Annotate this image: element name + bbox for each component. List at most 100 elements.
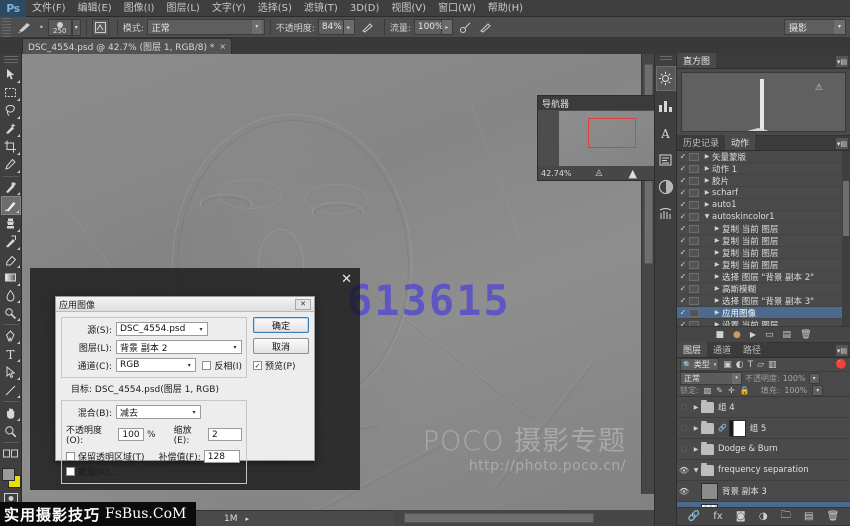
- action-toggle-checkmark-icon[interactable]: ✓: [677, 272, 689, 281]
- action-toggle-checkmark-icon[interactable]: ✓: [677, 260, 689, 269]
- document-tab[interactable]: DSC_4554.psd @ 42.7% (图层 1, RGB/8) * ×: [22, 38, 232, 54]
- action-dialog-toggle-box[interactable]: [689, 309, 699, 317]
- delete-layer-icon[interactable]: 🗑: [827, 511, 840, 522]
- flow-stepper[interactable]: ▸: [442, 19, 453, 35]
- layer-opacity-stepper[interactable]: ▾: [809, 373, 820, 384]
- shape-tool[interactable]: [1, 381, 21, 399]
- action-row[interactable]: ✓▼autoskincolor1: [677, 211, 850, 223]
- mask-row[interactable]: 蒙版(K)...: [66, 465, 242, 478]
- lock-image-icon[interactable]: ✎: [716, 386, 723, 395]
- chevron-right-icon[interactable]: ▶: [691, 446, 701, 453]
- action-dialog-toggle-box[interactable]: [689, 201, 699, 209]
- filter-pixel-icon[interactable]: ▣: [723, 360, 732, 370]
- add-mask-icon[interactable]: ◙: [736, 511, 746, 522]
- record-icon[interactable]: ●: [733, 330, 741, 340]
- gradient-tool[interactable]: [1, 269, 21, 287]
- layer-mask-thumbnail[interactable]: [729, 420, 746, 437]
- lock-position-icon[interactable]: ✛: [728, 386, 735, 395]
- eraser-tool[interactable]: [1, 251, 21, 269]
- move-tool[interactable]: [1, 66, 21, 84]
- quick-selection-tool[interactable]: [1, 120, 21, 138]
- rail-brush-presets-icon[interactable]: [656, 201, 676, 226]
- menu-3d[interactable]: 3D(D): [344, 0, 386, 17]
- eyedropper-tool[interactable]: [1, 156, 21, 174]
- actions-scroll-thumb[interactable]: [843, 181, 849, 236]
- action-row[interactable]: ✓▶胶片: [677, 175, 850, 187]
- chevron-right-icon[interactable]: ▶: [712, 321, 722, 326]
- brush-panel-toggle-icon[interactable]: [92, 19, 109, 36]
- zoom-slider-icon[interactable]: ▲: [628, 167, 636, 180]
- path-selection-tool[interactable]: [1, 363, 21, 381]
- preserve-transparency-checkbox[interactable]: [66, 452, 75, 461]
- filter-toggle-icon[interactable]: 🔴: [836, 360, 847, 370]
- tab-channels[interactable]: 通道: [707, 342, 737, 357]
- canvas-horizontal-scrollbar[interactable]: [394, 510, 654, 526]
- action-toggle-checkmark-icon[interactable]: ✓: [677, 188, 689, 197]
- rail-adjustments-icon[interactable]: [656, 66, 676, 91]
- eye-icon[interactable]: ▢: [677, 403, 691, 411]
- eye-icon[interactable]: ▢: [677, 445, 691, 453]
- action-dialog-toggle-box[interactable]: [689, 261, 699, 269]
- status-menu-arrow-icon[interactable]: ▸: [246, 515, 250, 523]
- action-row[interactable]: ✓▶复制 当前 图层: [677, 223, 850, 235]
- action-dialog-toggle-box[interactable]: [689, 165, 699, 173]
- chevron-right-icon[interactable]: ▶: [691, 404, 701, 411]
- zoom-out-icon[interactable]: ◬: [596, 168, 603, 178]
- action-toggle-checkmark-icon[interactable]: ✓: [677, 248, 689, 257]
- action-row[interactable]: ✓▶复制 当前 图层: [677, 235, 850, 247]
- action-toggle-checkmark-icon[interactable]: ✓: [677, 296, 689, 305]
- foreground-color-swatch[interactable]: [2, 468, 15, 481]
- delete-icon[interactable]: 🗑: [800, 330, 811, 340]
- layer-style-icon[interactable]: fx: [713, 511, 722, 522]
- action-row[interactable]: ✓▶auto1: [677, 199, 850, 211]
- action-dialog-toggle-box[interactable]: [689, 225, 699, 233]
- layer-thumbnail[interactable]: [701, 483, 718, 500]
- layer-row[interactable]: ▢▶Dodge & Burn: [677, 439, 850, 460]
- new-set-icon[interactable]: ▭: [765, 330, 774, 340]
- navigator-zoom-value[interactable]: 42.74%: [541, 169, 572, 178]
- rail-grip[interactable]: [660, 56, 672, 62]
- chevron-down-icon[interactable]: ▼: [691, 467, 701, 474]
- action-row[interactable]: ✓▶设置 当前 图层: [677, 319, 850, 326]
- action-row[interactable]: ✓▶scharf: [677, 187, 850, 199]
- tab-navigator[interactable]: 导航器: [542, 97, 569, 110]
- navigator-preview[interactable]: [538, 110, 654, 166]
- menu-select[interactable]: 选择(S): [252, 0, 298, 17]
- layer-fill-stepper[interactable]: ▾: [812, 385, 823, 396]
- action-toggle-checkmark-icon[interactable]: ✓: [677, 284, 689, 293]
- chevron-right-icon[interactable]: ▶: [712, 237, 722, 244]
- chevron-right-icon[interactable]: ▶: [712, 261, 722, 268]
- action-row[interactable]: ✓▶复制 当前 图层: [677, 259, 850, 271]
- action-row[interactable]: ✓▶动作 1: [677, 163, 850, 175]
- lock-all-icon[interactable]: 🔒: [740, 386, 750, 395]
- layer-row[interactable]: 👁背景 副本 3: [677, 481, 850, 502]
- zoom-tool[interactable]: [1, 422, 21, 440]
- marquee-tool[interactable]: [1, 84, 21, 102]
- menu-layer[interactable]: 图层(L): [160, 0, 205, 17]
- preview-checkbox[interactable]: ✓: [253, 361, 262, 370]
- new-group-icon[interactable]: 🗀: [781, 508, 791, 525]
- blend-mode-select[interactable]: 正常 ▾: [147, 19, 265, 35]
- action-dialog-toggle-box[interactable]: [689, 237, 699, 245]
- toolbar-grip[interactable]: [4, 56, 18, 63]
- chevron-right-icon[interactable]: ▶: [712, 297, 722, 304]
- action-toggle-checkmark-icon[interactable]: ✓: [677, 212, 689, 221]
- action-dialog-toggle-box[interactable]: [689, 297, 699, 305]
- action-toggle-checkmark-icon[interactable]: ✓: [677, 152, 689, 161]
- layer-blend-mode-select[interactable]: 正常 ▾: [680, 372, 742, 385]
- brush-tool[interactable]: [1, 196, 21, 214]
- airbrush-icon[interactable]: [457, 19, 474, 36]
- eye-icon[interactable]: 👁: [677, 466, 691, 475]
- action-dialog-toggle-box[interactable]: [689, 321, 699, 327]
- action-toggle-checkmark-icon[interactable]: ✓: [677, 200, 689, 209]
- flow-pressure-icon[interactable]: [477, 19, 494, 36]
- action-dialog-toggle-box[interactable]: [689, 249, 699, 257]
- rail-styles-icon[interactable]: [656, 93, 676, 118]
- history-brush-tool[interactable]: [1, 233, 21, 251]
- action-toggle-checkmark-icon[interactable]: ✓: [677, 320, 689, 326]
- layers-list[interactable]: ▢▶组 4▢▶🔗组 5▢▶Dodge & Burn👁▼frequency sep…: [677, 397, 850, 507]
- layer-thumbnail[interactable]: [701, 504, 718, 508]
- blend-select[interactable]: 减去 ▾: [116, 405, 201, 419]
- scale-input[interactable]: 2: [208, 428, 242, 441]
- ok-button[interactable]: 确定: [253, 317, 309, 333]
